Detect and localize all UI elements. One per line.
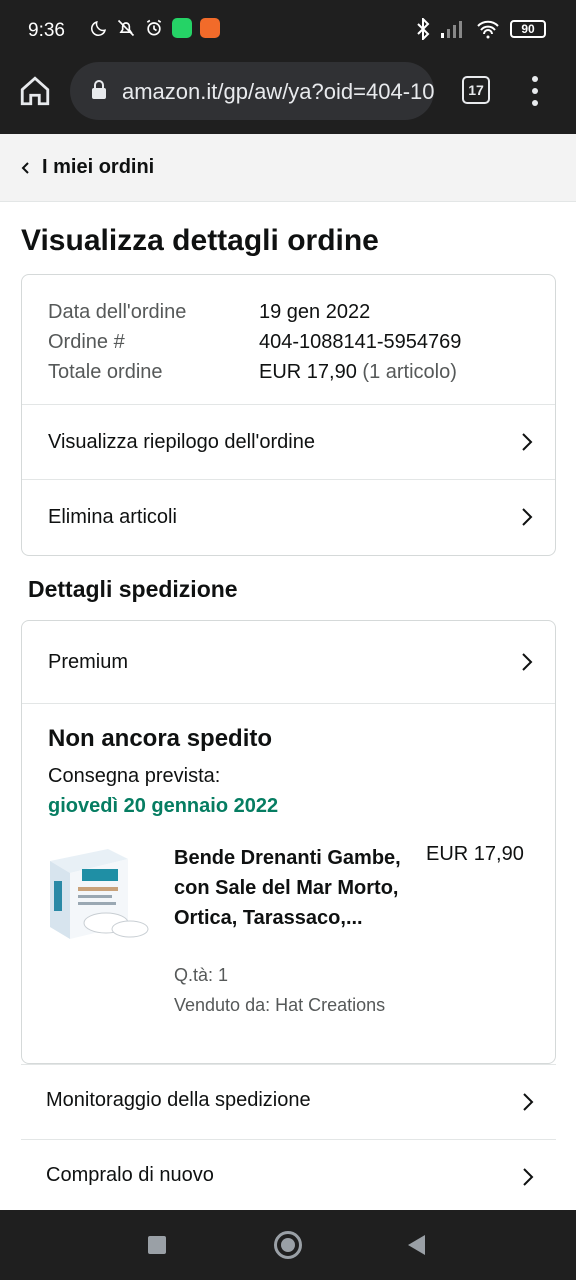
shipping-section-title: Dettagli spedizione (28, 576, 238, 602)
order-total-items: (1 articolo) (362, 361, 457, 383)
recents-button[interactable] (148, 1236, 166, 1254)
shipping-card: Premium Non ancora spedito Consegna prev… (21, 620, 556, 1064)
delete-items-label: Elimina articoli (48, 505, 177, 528)
chevron-right-icon (522, 508, 533, 526)
product-quantity: Q.tà: 1 (174, 965, 229, 985)
delivery-date: giovedì 20 gennaio 2022 (48, 795, 279, 817)
browser-toolbar: amazon.it/gp/aw/ya?oid=404-1088141-59547… (0, 60, 576, 134)
order-date-value: 19 gen 2022 (259, 301, 371, 323)
bluetooth-icon (417, 18, 430, 40)
order-summary-label: Visualizza riepilogo dell'ordine (48, 430, 315, 453)
chevron-right-icon (522, 433, 533, 451)
divider (22, 703, 555, 704)
page-title: Visualizza dettagli ordine (21, 224, 379, 257)
home-icon[interactable] (18, 74, 52, 108)
order-number-value: 404-1088141-5954769 (259, 331, 462, 353)
back-link[interactable]: I miei ordini (42, 156, 154, 179)
alarm-icon (146, 19, 162, 36)
battery-icon: 90 (510, 20, 546, 38)
back-button[interactable] (408, 1235, 425, 1255)
mute-icon (117, 19, 135, 37)
order-date-row: Data dell'ordine 19 gen 2022 (48, 297, 461, 327)
order-total-value: EUR 17,90 (1 articolo) (259, 357, 457, 387)
url-text[interactable]: amazon.it/gp/aw/ya?oid=404-1088141-59547… (122, 79, 434, 105)
product-price: EUR 17,90 (426, 843, 524, 865)
signal-icon (441, 21, 462, 38)
product-title[interactable]: Bende Drenanti Gambe, con Sale del Mar M… (174, 843, 404, 933)
track-shipment-link[interactable]: Monitoraggio della spedizione (21, 1064, 556, 1139)
more-menu-icon[interactable] (530, 76, 540, 106)
back-nav[interactable]: I miei ordini (0, 134, 576, 202)
shipment-status: Non ancora spedito (48, 725, 273, 752)
chevron-right-icon (523, 1168, 534, 1186)
system-nav-bar (0, 1210, 576, 1280)
moon-icon (91, 20, 107, 36)
status-icons-right: 90 (416, 18, 546, 40)
product-image[interactable] (48, 847, 150, 943)
url-bar[interactable]: amazon.it/gp/aw/ya?oid=404-1088141-59547… (70, 62, 434, 120)
chevron-left-icon (21, 162, 29, 174)
home-button[interactable] (274, 1231, 302, 1259)
order-total-label: Totale ordine (48, 361, 163, 383)
order-date-label: Data dell'ordine (48, 301, 187, 323)
order-summary-link[interactable]: Visualizza riepilogo dell'ordine (22, 404, 555, 479)
track-shipment-label: Monitoraggio della spedizione (46, 1089, 311, 1111)
premium-link[interactable]: Premium (22, 621, 555, 703)
order-number-label: Ordine # (48, 331, 125, 353)
order-number-row: Ordine # 404-1088141-5954769 (48, 327, 461, 357)
order-total-row: Totale ordine EUR 17,90 (1 articolo) (48, 357, 461, 387)
order-info-card: Data dell'ordine 19 gen 2022 Ordine # 40… (21, 274, 556, 556)
app-icon (200, 18, 220, 38)
chevron-right-icon (522, 653, 533, 671)
premium-label: Premium (48, 650, 129, 673)
order-info: Data dell'ordine 19 gen 2022 Ordine # 40… (48, 297, 461, 387)
delete-items-link[interactable]: Elimina articoli (22, 479, 555, 554)
tab-switcher-button[interactable]: 17 (462, 76, 490, 104)
wifi-icon (477, 20, 499, 39)
buy-again-link[interactable]: Compralo di nuovo (21, 1139, 556, 1214)
order-total-amount: EUR 17,90 (259, 361, 357, 383)
buy-again-label: Compralo di nuovo (46, 1164, 214, 1186)
whatsapp-icon (172, 18, 192, 38)
chevron-right-icon (523, 1093, 534, 1111)
status-time: 9:36 (28, 20, 65, 41)
product-seller: Venduto da: Hat Creations (174, 995, 386, 1015)
status-icons-left (90, 18, 220, 38)
status-bar: 9:36 90 (0, 0, 576, 60)
lock-icon (92, 80, 106, 99)
delivery-label: Consegna prevista: (48, 765, 221, 787)
